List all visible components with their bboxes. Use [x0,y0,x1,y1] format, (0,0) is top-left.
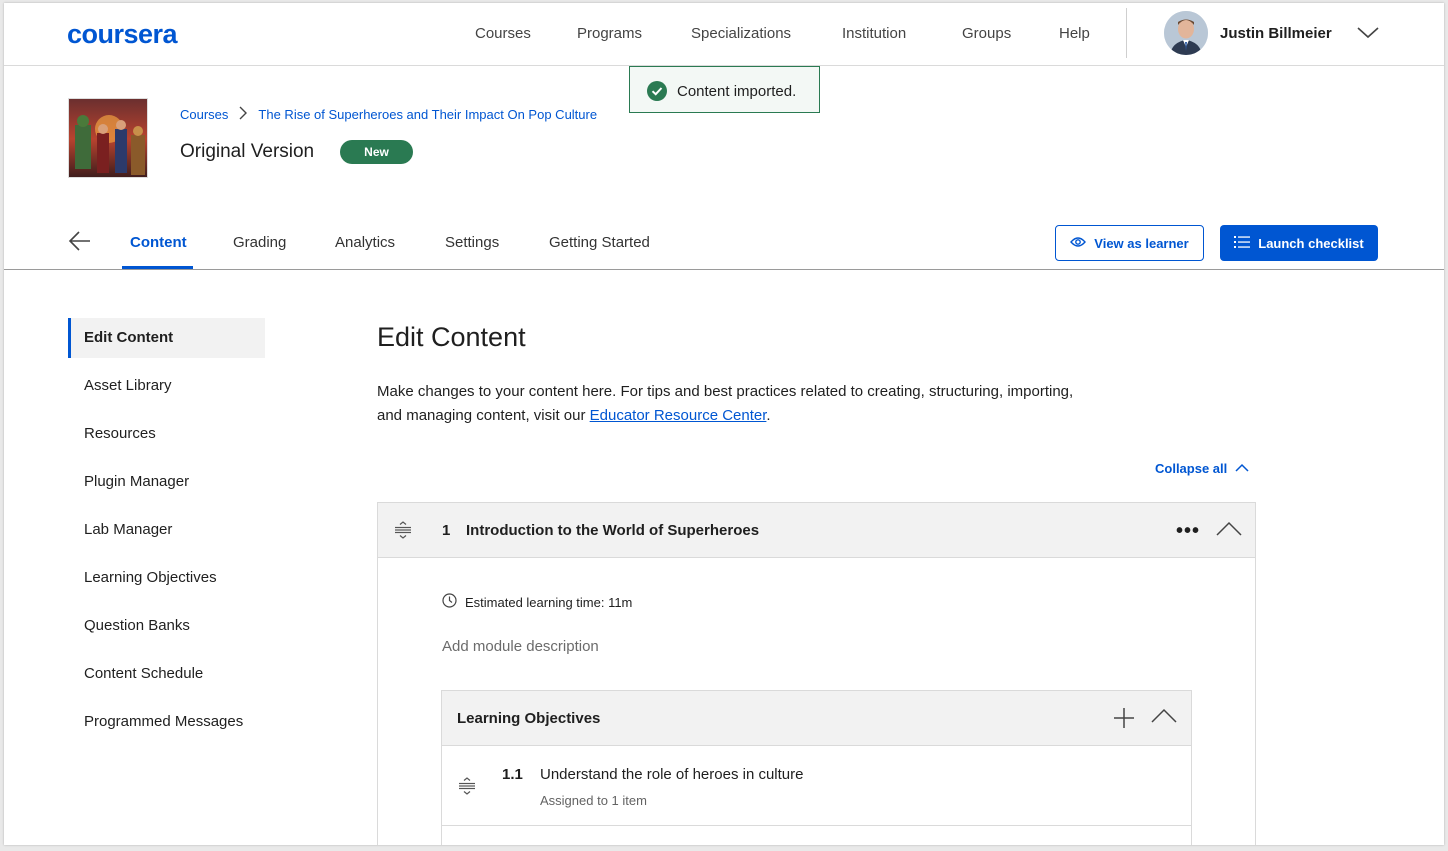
intro-end: . [766,407,771,424]
launch-checklist-label: Launch checklist [1258,235,1364,251]
learning-objectives-panel: Learning Objectives 1.1 Understand the r… [441,690,1192,845]
avatar[interactable] [1164,11,1208,55]
list-item[interactable]: 1.1 Understand the role of heroes in cul… [442,747,1191,826]
collapse-all-button[interactable]: Collapse all [1155,461,1249,476]
module-description-input[interactable]: Add module description [442,638,599,655]
check-circle-icon [647,81,667,106]
sidebar: Edit Content Asset Library Resources Plu… [68,318,265,750]
sidebar-item-content-schedule[interactable]: Content Schedule [68,654,265,694]
view-as-learner-label: View as learner [1094,235,1189,251]
add-icon[interactable] [1113,707,1135,734]
module-title[interactable]: Introduction to the World of Superheroes [466,522,759,539]
collapse-all-label: Collapse all [1155,461,1228,476]
view-as-learner-button[interactable]: View as learner [1055,225,1204,261]
drag-handle-icon[interactable] [394,521,412,544]
nav-groups[interactable]: Groups [962,25,1011,42]
estimated-time: Estimated learning time: 11m [442,593,632,611]
tab-content[interactable]: Content [130,234,187,251]
sidebar-item-learning-objectives[interactable]: Learning Objectives [68,558,265,598]
nav-specializations[interactable]: Specializations [691,25,791,42]
module-card: 1 Introduction to the World of Superhero… [377,502,1256,845]
chevron-up-icon[interactable] [1216,521,1242,542]
nav-divider [1126,8,1127,58]
tab-settings[interactable]: Settings [445,234,499,251]
module-header[interactable]: 1 Introduction to the World of Superhero… [378,503,1255,558]
drag-handle-icon[interactable] [458,777,476,800]
nav-courses[interactable]: Courses [475,25,531,42]
sidebar-item-question-banks[interactable]: Question Banks [68,606,265,646]
breadcrumb: Courses The Rise of Superheroes and Thei… [180,106,597,123]
active-tab-indicator [122,266,193,269]
tab-analytics[interactable]: Analytics [335,234,395,251]
tab-grading[interactable]: Grading [233,234,286,251]
version-title: Original Version [180,141,315,162]
sidebar-item-lab-manager[interactable]: Lab Manager [68,510,265,550]
status-badge: New [340,140,413,164]
sidebar-item-resources[interactable]: Resources [68,414,265,454]
toast-message: Content imported. [677,83,797,100]
breadcrumb-course[interactable]: The Rise of Superheroes and Their Impact… [258,107,597,122]
coursera-logo[interactable]: coursera [67,19,178,50]
chevron-down-icon[interactable] [1356,25,1380,46]
top-navigation: coursera Courses Programs Specialization… [4,3,1444,66]
nav-institution[interactable]: Institution [842,25,906,42]
sidebar-item-asset-library[interactable]: Asset Library [68,366,265,406]
nav-programs[interactable]: Programs [577,25,642,42]
launch-checklist-button[interactable]: Launch checklist [1220,225,1378,261]
educator-resource-center-link[interactable]: Educator Resource Center [590,407,767,424]
course-tabs: Content Grading Analytics Settings Getti… [4,223,1444,270]
course-thumbnail [68,98,148,178]
chevron-right-icon [238,106,248,123]
back-arrow-icon[interactable] [68,229,92,258]
learning-objectives-header: Learning Objectives [442,691,1191,746]
sidebar-item-edit-content[interactable]: Edit Content [68,318,265,358]
more-options-icon[interactable]: ••• [1176,520,1200,543]
chevron-up-icon[interactable] [1151,708,1177,729]
clock-icon [442,593,457,611]
sidebar-item-plugin-manager[interactable]: Plugin Manager [68,462,265,502]
eye-icon [1070,236,1087,251]
user-name[interactable]: Justin Billmeier [1220,25,1332,42]
objective-text: Understand the role of heroes in culture [540,766,804,783]
page-title: Edit Content [377,322,526,352]
chevron-up-icon [1235,461,1249,476]
estimated-time-label: Estimated learning time: 11m [465,594,633,610]
objective-assigned: Assigned to 1 item [540,793,647,808]
toast-notification: Content imported. [629,66,820,113]
breadcrumb-courses[interactable]: Courses [180,107,228,122]
sidebar-item-programmed-messages[interactable]: Programmed Messages [68,702,265,742]
module-number: 1 [442,522,451,539]
app-window: coursera Courses Programs Specialization… [4,3,1444,845]
nav-help[interactable]: Help [1059,25,1090,42]
learning-objectives-title: Learning Objectives [457,710,601,727]
list-icon [1234,235,1251,251]
intro-text: Make changes to your content here. For t… [377,380,1097,428]
objective-number: 1.1 [502,766,523,783]
tab-getting-started[interactable]: Getting Started [549,234,650,251]
